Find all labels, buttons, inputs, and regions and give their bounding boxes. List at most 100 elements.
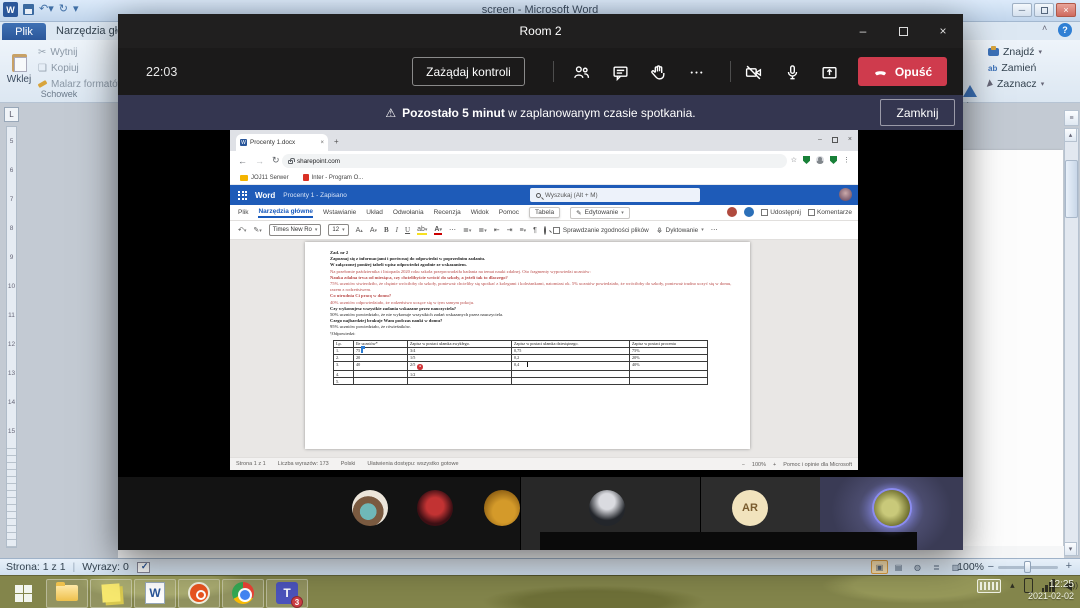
zoom-level[interactable]: 100%	[957, 561, 984, 573]
taskbar-teams[interactable]: T 3	[266, 579, 308, 608]
app-launcher-icon[interactable]	[238, 191, 247, 200]
taskbar-file-explorer[interactable]	[46, 579, 88, 608]
toolbar-more-icon[interactable]: ⋯	[711, 226, 718, 234]
menu-recenzja[interactable]: Recenzja	[434, 209, 461, 216]
coauthor-avatar[interactable]	[727, 207, 737, 217]
extension-shield-icon[interactable]	[803, 156, 810, 164]
participant-avatar[interactable]	[417, 490, 453, 526]
format-painter-icon[interactable]: ✎▾	[253, 226, 261, 234]
menu-plik[interactable]: Plik	[238, 209, 248, 216]
back-icon[interactable]: ←	[238, 156, 247, 166]
menu-pomoc[interactable]: Pomoc	[499, 209, 519, 216]
taskbar-chrome[interactable]	[222, 579, 264, 608]
grow-font-icon[interactable]: A▴	[356, 227, 363, 234]
zoom-slider-thumb[interactable]	[1024, 561, 1031, 573]
taskbar-clock[interactable]: 12:25 2021-02-02	[1028, 578, 1074, 603]
tab-file[interactable]: Plik	[2, 23, 46, 40]
request-control-button[interactable]: Zażądaj kontroli	[412, 57, 525, 86]
print-layout-view-icon[interactable]: ▣	[871, 560, 888, 574]
bookmark-item[interactable]: Inter - Program O...	[303, 174, 364, 181]
select-button[interactable]: Zaznacz▾	[988, 77, 1044, 91]
font-name-select[interactable]: Times New Ro▾	[269, 224, 322, 236]
indent-icon[interactable]: ⇥	[507, 226, 513, 234]
share-screen-icon[interactable]	[817, 63, 841, 81]
teams-maximize-button[interactable]	[883, 14, 923, 48]
page-count[interactable]: Strona 1 z 1	[236, 461, 266, 467]
font-color-icon[interactable]: A▾	[434, 226, 442, 235]
tray-expand-icon[interactable]: ▴	[1010, 580, 1015, 591]
taskbar-sticky-notes[interactable]	[90, 579, 132, 608]
participant-avatar[interactable]	[484, 490, 520, 526]
spellcheck-icon[interactable]	[137, 562, 150, 573]
document-name[interactable]: Procenty 1 - Zapisano	[283, 192, 347, 199]
taskbar-ubuntu[interactable]	[178, 579, 220, 608]
profile-icon[interactable]	[816, 156, 824, 164]
camera-off-icon[interactable]	[741, 63, 765, 81]
page-indicator[interactable]: Strona: 1 z 1	[6, 561, 66, 573]
scrollbar-thumb[interactable]	[1065, 160, 1078, 218]
web-layout-view-icon[interactable]: ◍	[909, 560, 926, 574]
taskbar-word[interactable]: W	[134, 579, 176, 608]
menu-narzedzia-glowne[interactable]: Narzędzia główne	[258, 208, 313, 218]
word-count[interactable]: Liczba wyrazów: 173	[278, 461, 329, 467]
scroll-down-icon[interactable]: ▾	[1064, 542, 1077, 556]
zoom-in-icon[interactable]: +	[1066, 560, 1072, 572]
minimize-button[interactable]: ─	[1012, 3, 1032, 17]
share-button[interactable]: Udostępnij	[761, 209, 801, 216]
ruler-toggle-icon[interactable]: ≡	[1064, 110, 1079, 126]
language[interactable]: Polski	[341, 461, 356, 467]
paste-button[interactable]: Wklej	[4, 43, 34, 95]
menu-widok[interactable]: Widok	[471, 209, 489, 216]
close-button[interactable]: ×	[1056, 3, 1076, 17]
tab-stop-selector[interactable]: L	[4, 107, 19, 122]
replace-button[interactable]: ab Zamień	[988, 61, 1036, 75]
document-page[interactable]: Zad. nr 2 Zapoznaj się z informacjami i …	[305, 242, 750, 449]
participant-avatar-speaking[interactable]	[874, 490, 910, 526]
reload-icon[interactable]: ↻	[272, 155, 280, 166]
shrink-font-icon[interactable]: A▾	[370, 227, 377, 234]
scroll-up-icon[interactable]: ▴	[1064, 128, 1077, 142]
search-box[interactable]: Wyszukaj (Alt + M)	[530, 188, 700, 202]
browser-restore-icon[interactable]	[832, 137, 838, 143]
account-avatar[interactable]	[839, 188, 852, 201]
menu-uklad[interactable]: Układ	[366, 209, 383, 216]
zoom-in-icon[interactable]: +	[773, 462, 776, 468]
participant-avatar-initials[interactable]: AR	[732, 490, 768, 526]
start-button[interactable]	[2, 579, 44, 608]
zoom-level[interactable]: 100%	[752, 462, 766, 468]
comments-button[interactable]: Komentarze	[808, 209, 852, 216]
menu-tabela[interactable]: Tabela	[529, 207, 560, 218]
microphone-icon[interactable]	[780, 63, 804, 81]
participants-icon[interactable]	[569, 63, 593, 81]
copy-button[interactable]: ❏ Kopiuj	[38, 61, 79, 75]
file-check-button[interactable]: Sprawdzanie zgodności plików	[553, 227, 649, 234]
participant-avatar[interactable]	[589, 490, 625, 526]
dictate-button[interactable]: Dyktowanie▾	[656, 226, 704, 235]
new-tab-icon[interactable]: +	[334, 137, 339, 146]
editing-mode-dropdown[interactable]: ✎ Edytowanie ▾	[570, 207, 630, 219]
banner-close-button[interactable]: Zamknij	[880, 99, 955, 126]
coauthor-avatar[interactable]	[744, 207, 754, 217]
browser-menu-icon[interactable]: ⋮	[843, 156, 850, 164]
app-name[interactable]: Word	[255, 191, 275, 200]
feedback-link[interactable]: Pomoc i opinie dla Microsoft	[783, 462, 852, 468]
find-icon[interactable]	[544, 227, 546, 234]
teams-minimize-button[interactable]: –	[843, 14, 883, 48]
bullet-list-icon[interactable]: ≣▾	[463, 226, 471, 234]
undo-icon[interactable]: ↶▾	[238, 226, 246, 234]
more-fonts-icon[interactable]: ⋯	[449, 226, 456, 234]
keyboard-icon[interactable]	[977, 579, 1001, 593]
italic-icon[interactable]: I	[396, 226, 398, 234]
browser-tab[interactable]: W Procenty 1.docx ×	[236, 134, 328, 151]
zoom-out-icon[interactable]: −	[988, 561, 994, 573]
underline-icon[interactable]: U	[405, 226, 410, 234]
font-size-select[interactable]: 12▾	[328, 224, 348, 236]
bold-icon[interactable]: B	[384, 226, 389, 234]
more-options-icon[interactable]	[684, 63, 708, 81]
leave-button[interactable]: Opuść	[858, 57, 947, 86]
forward-icon[interactable]: →	[255, 156, 264, 166]
answers-table[interactable]: Lp. Ile uczniów* Zapisz w postaci ułamka…	[333, 340, 708, 385]
bookmark-item[interactable]: JOJ11 Serwer	[240, 175, 289, 181]
find-button[interactable]: Znajdź▾	[988, 45, 1042, 59]
align-icon[interactable]: ≡▾	[520, 227, 527, 234]
